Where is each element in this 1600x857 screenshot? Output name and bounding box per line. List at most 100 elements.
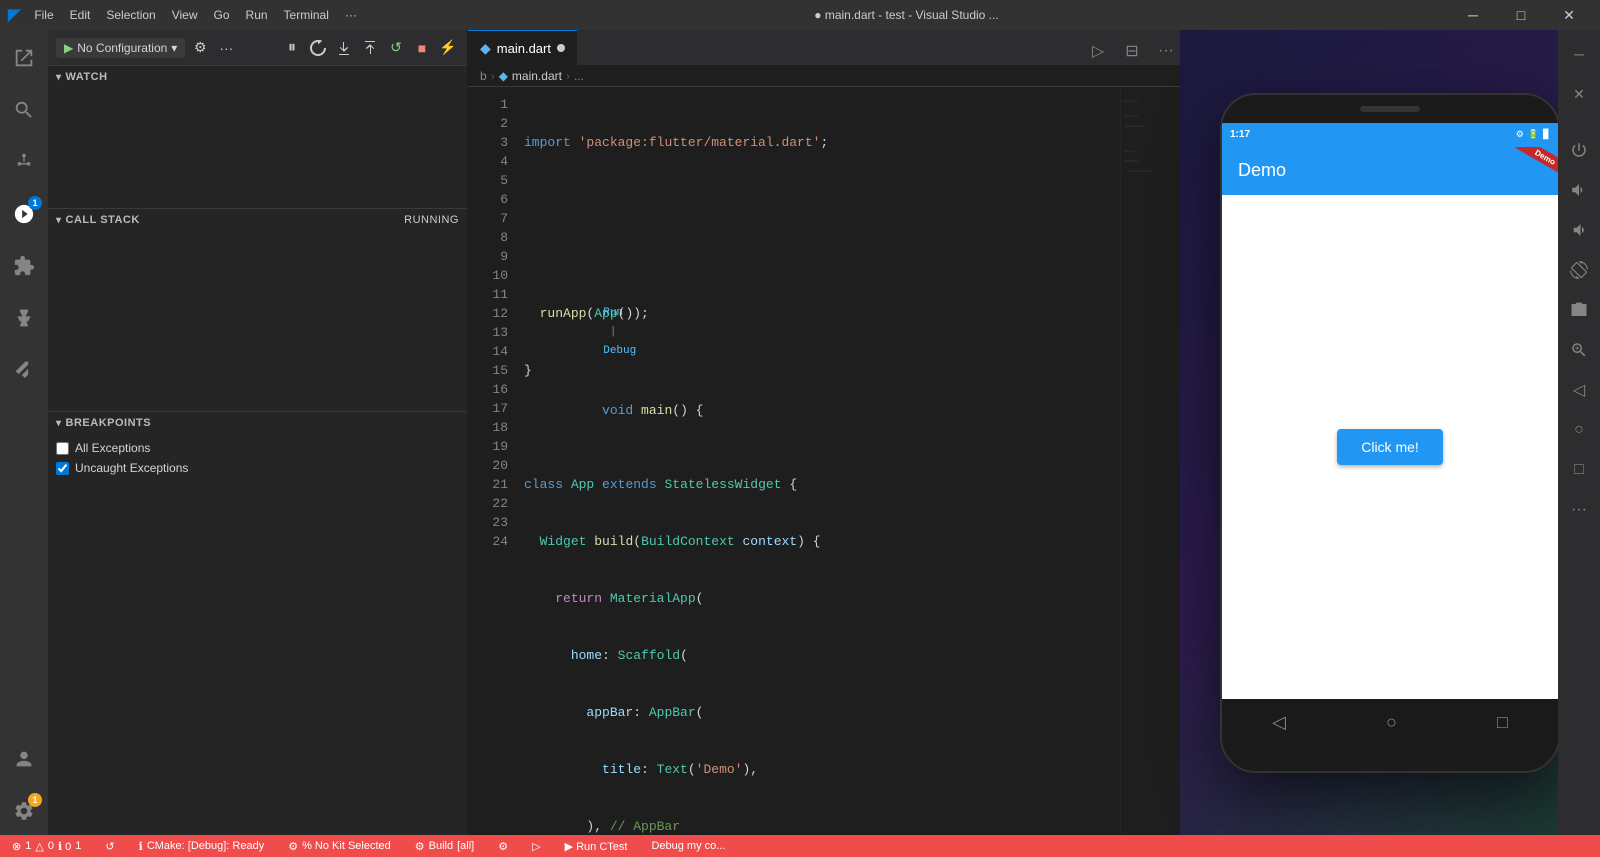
breadcrumb-symbol[interactable]: ... bbox=[574, 69, 584, 83]
status-bar: ⊗ 1 △ 0 ℹ 0 1 ↺ ℹ CMake: [Debug]: Ready … bbox=[0, 835, 1600, 857]
more-actions-btn[interactable]: ··· bbox=[1152, 37, 1180, 65]
menu-edit[interactable]: Edit bbox=[64, 6, 97, 24]
breakpoints-chevron: ▾ bbox=[56, 418, 62, 429]
window-controls: ─ □ ✕ bbox=[1450, 0, 1592, 30]
breadcrumb-filename[interactable]: main.dart bbox=[512, 69, 562, 83]
battery-status-icon: 🔋 bbox=[1528, 129, 1539, 140]
all-exceptions-label: All Exceptions bbox=[75, 441, 150, 455]
status-build[interactable]: ⚙ Build [all] bbox=[411, 835, 478, 857]
callstack-label: CALL STACK bbox=[66, 214, 140, 226]
error-count: 1 bbox=[25, 840, 31, 852]
status-run[interactable]: ▷ bbox=[528, 835, 544, 857]
recents-nav-btn[interactable]: □ bbox=[1497, 712, 1508, 733]
code-content[interactable]: import 'package:flutter/material.dart'; … bbox=[516, 87, 1120, 835]
menu-go[interactable]: Go bbox=[208, 6, 236, 24]
svg-text:}: } bbox=[1123, 134, 1124, 138]
info-count: ℹ 0 bbox=[58, 840, 71, 853]
callstack-chevron: ▾ bbox=[56, 215, 62, 226]
code-line-8: Widget build(BuildContext context) { bbox=[516, 532, 1120, 551]
device-home-btn[interactable]: ○ bbox=[1563, 414, 1595, 446]
back-nav-btn[interactable]: ◁ bbox=[1272, 712, 1286, 733]
status-debug[interactable]: Debug my co... bbox=[647, 835, 729, 857]
status-sync[interactable]: ↺ bbox=[101, 835, 118, 857]
device-zoom-btn[interactable] bbox=[1563, 334, 1595, 366]
device-close-btn[interactable]: ✕ bbox=[1563, 78, 1595, 110]
restart-btn[interactable]: ↺ bbox=[385, 37, 407, 59]
status-kit[interactable]: ⚙ % No Kit Selected bbox=[284, 835, 395, 857]
minimize-btn[interactable]: ─ bbox=[1450, 0, 1496, 30]
config-gear-icon: ⚙ bbox=[498, 840, 508, 853]
breakpoints-content: All Exceptions Uncaught Exceptions bbox=[48, 434, 467, 482]
menu-selection[interactable]: Selection bbox=[100, 6, 161, 24]
hot-reload-btn[interactable]: ⚡ bbox=[437, 37, 459, 59]
stop-btn[interactable]: ■ bbox=[411, 37, 433, 59]
phone-time: 1:17 bbox=[1230, 129, 1250, 140]
device-more-btn[interactable]: ··· bbox=[1563, 494, 1595, 526]
tab-main-dart[interactable]: ◆ main.dart bbox=[468, 30, 577, 65]
activity-test[interactable] bbox=[0, 294, 48, 342]
watch-content bbox=[48, 88, 467, 208]
device-volume-down-btn[interactable] bbox=[1563, 214, 1595, 246]
config-label: No Configuration bbox=[77, 41, 167, 55]
status-cmake[interactable]: ℹ CMake: [Debug]: Ready bbox=[135, 835, 269, 857]
breadcrumb-repo[interactable]: b bbox=[480, 69, 487, 83]
breakpoints-header[interactable]: ▾ BREAKPOINTS bbox=[48, 412, 467, 434]
device-volume-up-btn[interactable] bbox=[1563, 174, 1595, 206]
step-out-btn[interactable] bbox=[359, 37, 381, 59]
debug-link[interactable]: Debug bbox=[603, 345, 636, 357]
click-me-button[interactable]: Click me! bbox=[1337, 429, 1443, 465]
activity-flutter[interactable] bbox=[0, 346, 48, 394]
watch-section: ▾ WATCH bbox=[48, 66, 467, 208]
step-over-btn[interactable] bbox=[307, 37, 329, 59]
pause-btn[interactable]: ⏸ bbox=[281, 37, 303, 59]
device-back-btn[interactable]: ◁ bbox=[1563, 374, 1595, 406]
breadcrumb-dart-icon: ◆ bbox=[499, 69, 508, 83]
status-run-ctest[interactable]: ▶ Run CTest bbox=[561, 835, 632, 857]
callstack-header[interactable]: ▾ CALL STACK RUNNING bbox=[48, 209, 467, 231]
activity-search[interactable] bbox=[0, 86, 48, 134]
menu-file[interactable]: File bbox=[28, 6, 59, 24]
activity-explorer[interactable] bbox=[0, 34, 48, 82]
title-bar: ◤ File Edit Selection View Go Run Termin… bbox=[0, 0, 1600, 30]
activity-source-control[interactable] bbox=[0, 138, 48, 186]
status-errors[interactable]: ⊗ 1 △ 0 ℹ 0 1 bbox=[8, 835, 85, 857]
more-btn[interactable]: ··· bbox=[215, 37, 237, 59]
home-nav-btn[interactable]: ○ bbox=[1386, 712, 1397, 733]
maximize-btn[interactable]: □ bbox=[1498, 0, 1544, 30]
device-square-btn[interactable]: □ bbox=[1563, 454, 1595, 486]
phone-status-icons: ⚙ 🔋 ▊ bbox=[1516, 129, 1550, 140]
activity-extensions[interactable] bbox=[0, 242, 48, 290]
uncaught-exceptions-checkbox[interactable] bbox=[56, 462, 69, 475]
watch-header[interactable]: ▾ WATCH bbox=[48, 66, 467, 88]
menu-run[interactable]: Run bbox=[240, 6, 274, 24]
gear-btn[interactable]: ⚙ bbox=[189, 37, 211, 59]
breadcrumb: b › ◆ main.dart › ... bbox=[468, 65, 1180, 87]
activity-accounts[interactable] bbox=[0, 735, 48, 783]
activity-settings[interactable]: 1 bbox=[0, 787, 48, 835]
status-gear[interactable]: ⚙ bbox=[494, 835, 512, 857]
device-rotate-btn[interactable] bbox=[1563, 254, 1595, 286]
phone-app-title: Demo bbox=[1238, 160, 1286, 181]
device-minimize-btn[interactable]: ─ bbox=[1563, 38, 1595, 70]
menu-terminal[interactable]: Terminal bbox=[278, 6, 335, 24]
watch-chevron: ▾ bbox=[56, 72, 62, 83]
phone-nav-bar: ◁ ○ □ bbox=[1222, 699, 1558, 747]
run-without-debug-btn[interactable]: ▷ bbox=[1084, 37, 1112, 65]
svg-text:return MaterialApp(: return MaterialApp( bbox=[1127, 169, 1153, 173]
device-power-btn[interactable] bbox=[1563, 134, 1595, 166]
warning-count: 0 bbox=[48, 840, 54, 852]
code-editor[interactable]: 12345 678910 1112131415 1617181920 21222… bbox=[468, 87, 1180, 835]
play-icon: ▶ bbox=[64, 41, 73, 55]
activity-run[interactable]: 1 bbox=[0, 190, 48, 238]
svg-text:void main() {: void main() { bbox=[1123, 114, 1140, 118]
menu-view[interactable]: View bbox=[166, 6, 204, 24]
split-editor-btn[interactable]: ⊟ bbox=[1118, 37, 1146, 65]
code-line-10: home: Scaffold( bbox=[516, 646, 1120, 665]
step-into-btn[interactable] bbox=[333, 37, 355, 59]
kit-icon: ⚙ bbox=[288, 840, 298, 853]
close-btn[interactable]: ✕ bbox=[1546, 0, 1592, 30]
device-screenshot-btn[interactable] bbox=[1563, 294, 1595, 326]
debug-config-selector[interactable]: ▶ No Configuration ▾ bbox=[56, 38, 185, 58]
all-exceptions-checkbox[interactable] bbox=[56, 442, 69, 455]
menu-more[interactable]: ··· bbox=[339, 6, 363, 24]
